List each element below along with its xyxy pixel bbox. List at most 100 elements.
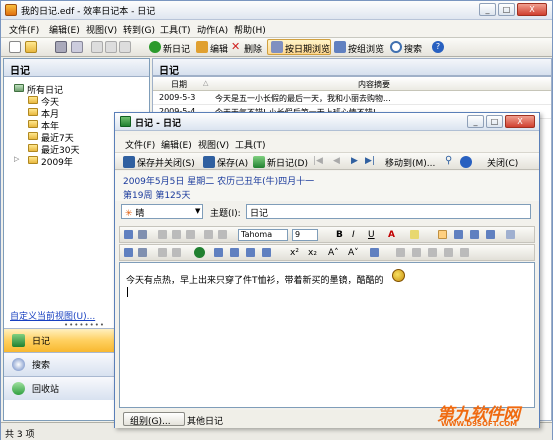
diary-body-text: 今天有点热，早上出来只穿了件T恤衫，带着新买的墨镜，酷酷的 (126, 276, 384, 286)
move-to-button[interactable]: 移动到(M)... (385, 156, 435, 169)
cool-emoticon-icon (392, 269, 405, 282)
copy-icon[interactable] (172, 248, 181, 257)
search-icon (390, 41, 402, 53)
preview-icon[interactable] (71, 41, 83, 53)
expand-icon[interactable]: ▷ (14, 155, 19, 163)
menu-file[interactable]: 文件(F) (9, 23, 39, 36)
emoticon-icon[interactable] (194, 247, 205, 258)
menu-goto[interactable]: 转到(G) (123, 23, 155, 36)
font-size-select[interactable]: 9 (292, 229, 318, 241)
preview-icon[interactable] (138, 248, 147, 257)
close-dialog-button[interactable]: 关闭(C) (487, 156, 518, 169)
minimize-button[interactable]: _ (479, 3, 496, 16)
insert-image-icon[interactable] (506, 230, 515, 239)
source-icon[interactable] (460, 248, 469, 257)
cut-icon[interactable] (91, 41, 103, 53)
new-document-icon[interactable] (9, 41, 21, 53)
column-summary[interactable]: 内容摘要 (358, 79, 390, 90)
menu-actions[interactable]: 动作(A) (197, 23, 228, 36)
subscript-button[interactable]: x₂ (308, 248, 317, 258)
by-date-button[interactable]: 按日期浏览 (267, 39, 331, 55)
menu-help[interactable]: 帮助(H) (234, 23, 266, 36)
menu-tools[interactable]: 工具(T) (235, 138, 266, 151)
weather-select[interactable]: ✳ 晴 ▼ (121, 204, 203, 219)
help-icon[interactable]: ? (432, 41, 444, 53)
close-button[interactable]: X (505, 115, 535, 128)
unlink-icon[interactable] (428, 248, 437, 257)
undo-icon[interactable] (204, 230, 213, 239)
preview-icon[interactable] (138, 230, 147, 239)
superscript-button[interactable]: x² (290, 248, 299, 258)
paste-icon[interactable] (186, 230, 195, 239)
column-date[interactable]: 日期 (171, 79, 187, 90)
spell-check-icon[interactable] (124, 248, 133, 257)
print-icon[interactable] (55, 41, 67, 53)
delete-button[interactable]: 删除 (244, 42, 262, 55)
align-center-icon[interactable] (454, 230, 463, 239)
copy-icon[interactable] (105, 41, 117, 53)
justify-icon[interactable] (486, 230, 495, 239)
align-right-icon[interactable] (470, 230, 479, 239)
redo-icon[interactable] (218, 230, 227, 239)
menu-edit[interactable]: 编辑(E) (49, 23, 80, 36)
link-icon[interactable] (412, 248, 421, 257)
grow-font-button[interactable]: A˄ (328, 248, 339, 258)
last-record-icon[interactable]: ▶| (365, 156, 375, 166)
copy-icon[interactable] (172, 230, 181, 239)
title-bar: 我的日记.edf - 效率日记本 - 日记 _ □ X (1, 1, 552, 20)
delete-icon: ✕ (231, 40, 241, 53)
cut-icon[interactable] (158, 230, 167, 239)
align-left-icon[interactable] (438, 230, 447, 239)
menu-tools[interactable]: 工具(T) (160, 23, 191, 36)
folder-icon (28, 132, 38, 140)
horizontal-rule-icon[interactable] (396, 248, 405, 257)
table-icon[interactable] (370, 248, 379, 257)
numbered-list-icon[interactable] (230, 248, 239, 257)
italic-button[interactable]: I (352, 230, 355, 240)
indent-icon[interactable] (262, 248, 271, 257)
menu-view[interactable]: 视图(V) (198, 138, 229, 151)
help-icon[interactable] (460, 156, 472, 168)
font-color-button[interactable]: A (388, 230, 395, 240)
attachment-icon[interactable]: ⚲ (445, 155, 452, 166)
next-record-icon[interactable]: ▶ (351, 156, 358, 166)
all-diaries-icon (14, 84, 24, 92)
underline-button[interactable]: U (368, 230, 375, 240)
highlight-icon[interactable] (410, 230, 419, 239)
diary-body-editor[interactable]: 今天有点热，早上出来只穿了件T恤衫，带着新买的墨镜，酷酷的 (119, 262, 535, 408)
save-icon (203, 156, 215, 168)
open-folder-icon[interactable] (25, 41, 37, 53)
print-icon[interactable] (124, 230, 133, 239)
font-name-select[interactable]: Tahoma (238, 229, 288, 241)
shrink-font-button[interactable]: A˅ (348, 248, 359, 258)
new-diary-button[interactable]: 新日记 (163, 42, 190, 55)
outdent-icon[interactable] (246, 248, 255, 257)
main-toolbar: 新日记 编辑 ✕ 删除 按日期浏览 按组浏览 搜索 ? (1, 38, 552, 57)
tree-item-2009[interactable]: 2009年 (41, 155, 73, 168)
group-button[interactable]: 组别(G)... (123, 412, 185, 427)
table-row[interactable]: 2009-5-3 今天是五一小长假的最后一天，我和小丽去购物... (153, 91, 551, 105)
bullet-list-icon[interactable] (214, 248, 223, 257)
save-button[interactable]: 保存(A) (217, 156, 248, 169)
list-header: 日期 △ 内容摘要 (153, 77, 551, 91)
topic-input[interactable]: 日记 (246, 204, 531, 219)
menu-view[interactable]: 视图(V) (86, 23, 117, 36)
edit-button[interactable]: 编辑 (210, 42, 228, 55)
cut-icon[interactable] (158, 248, 167, 257)
maximize-button[interactable]: □ (486, 115, 503, 128)
clear-format-icon[interactable] (444, 248, 453, 257)
group-value: 其他日记 (187, 417, 224, 427)
bold-button[interactable]: B (336, 230, 343, 240)
paste-icon[interactable] (119, 41, 131, 53)
first-record-icon[interactable]: |◀ (313, 156, 323, 166)
menu-file[interactable]: 文件(F) (125, 138, 155, 151)
menu-edit[interactable]: 编辑(E) (161, 138, 192, 151)
maximize-button[interactable]: □ (498, 3, 515, 16)
minimize-button[interactable]: _ (467, 115, 484, 128)
search-button[interactable]: 搜索 (404, 42, 422, 55)
prev-record-icon[interactable]: ◀ (333, 156, 340, 166)
save-close-button[interactable]: 保存并关闭(S) (137, 156, 195, 169)
new-diary-button[interactable]: 新日记(D) (267, 156, 308, 169)
by-group-button[interactable]: 按组浏览 (348, 42, 384, 55)
close-button[interactable]: X (517, 3, 547, 16)
